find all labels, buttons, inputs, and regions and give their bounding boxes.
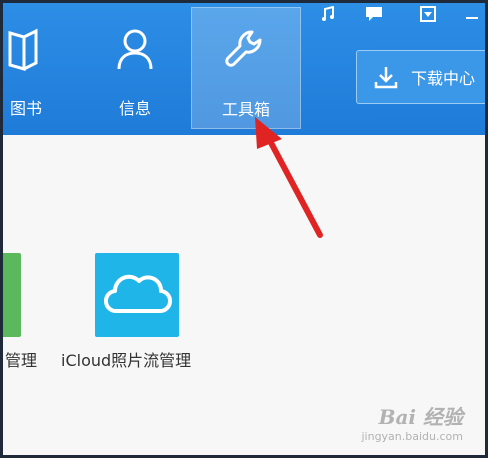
annotation-arrow (255, 117, 323, 238)
app-window: 图书 信息 工具箱 下载中心 管理 iCloud照片流管理 Bai 经验 jin… (3, 3, 485, 455)
